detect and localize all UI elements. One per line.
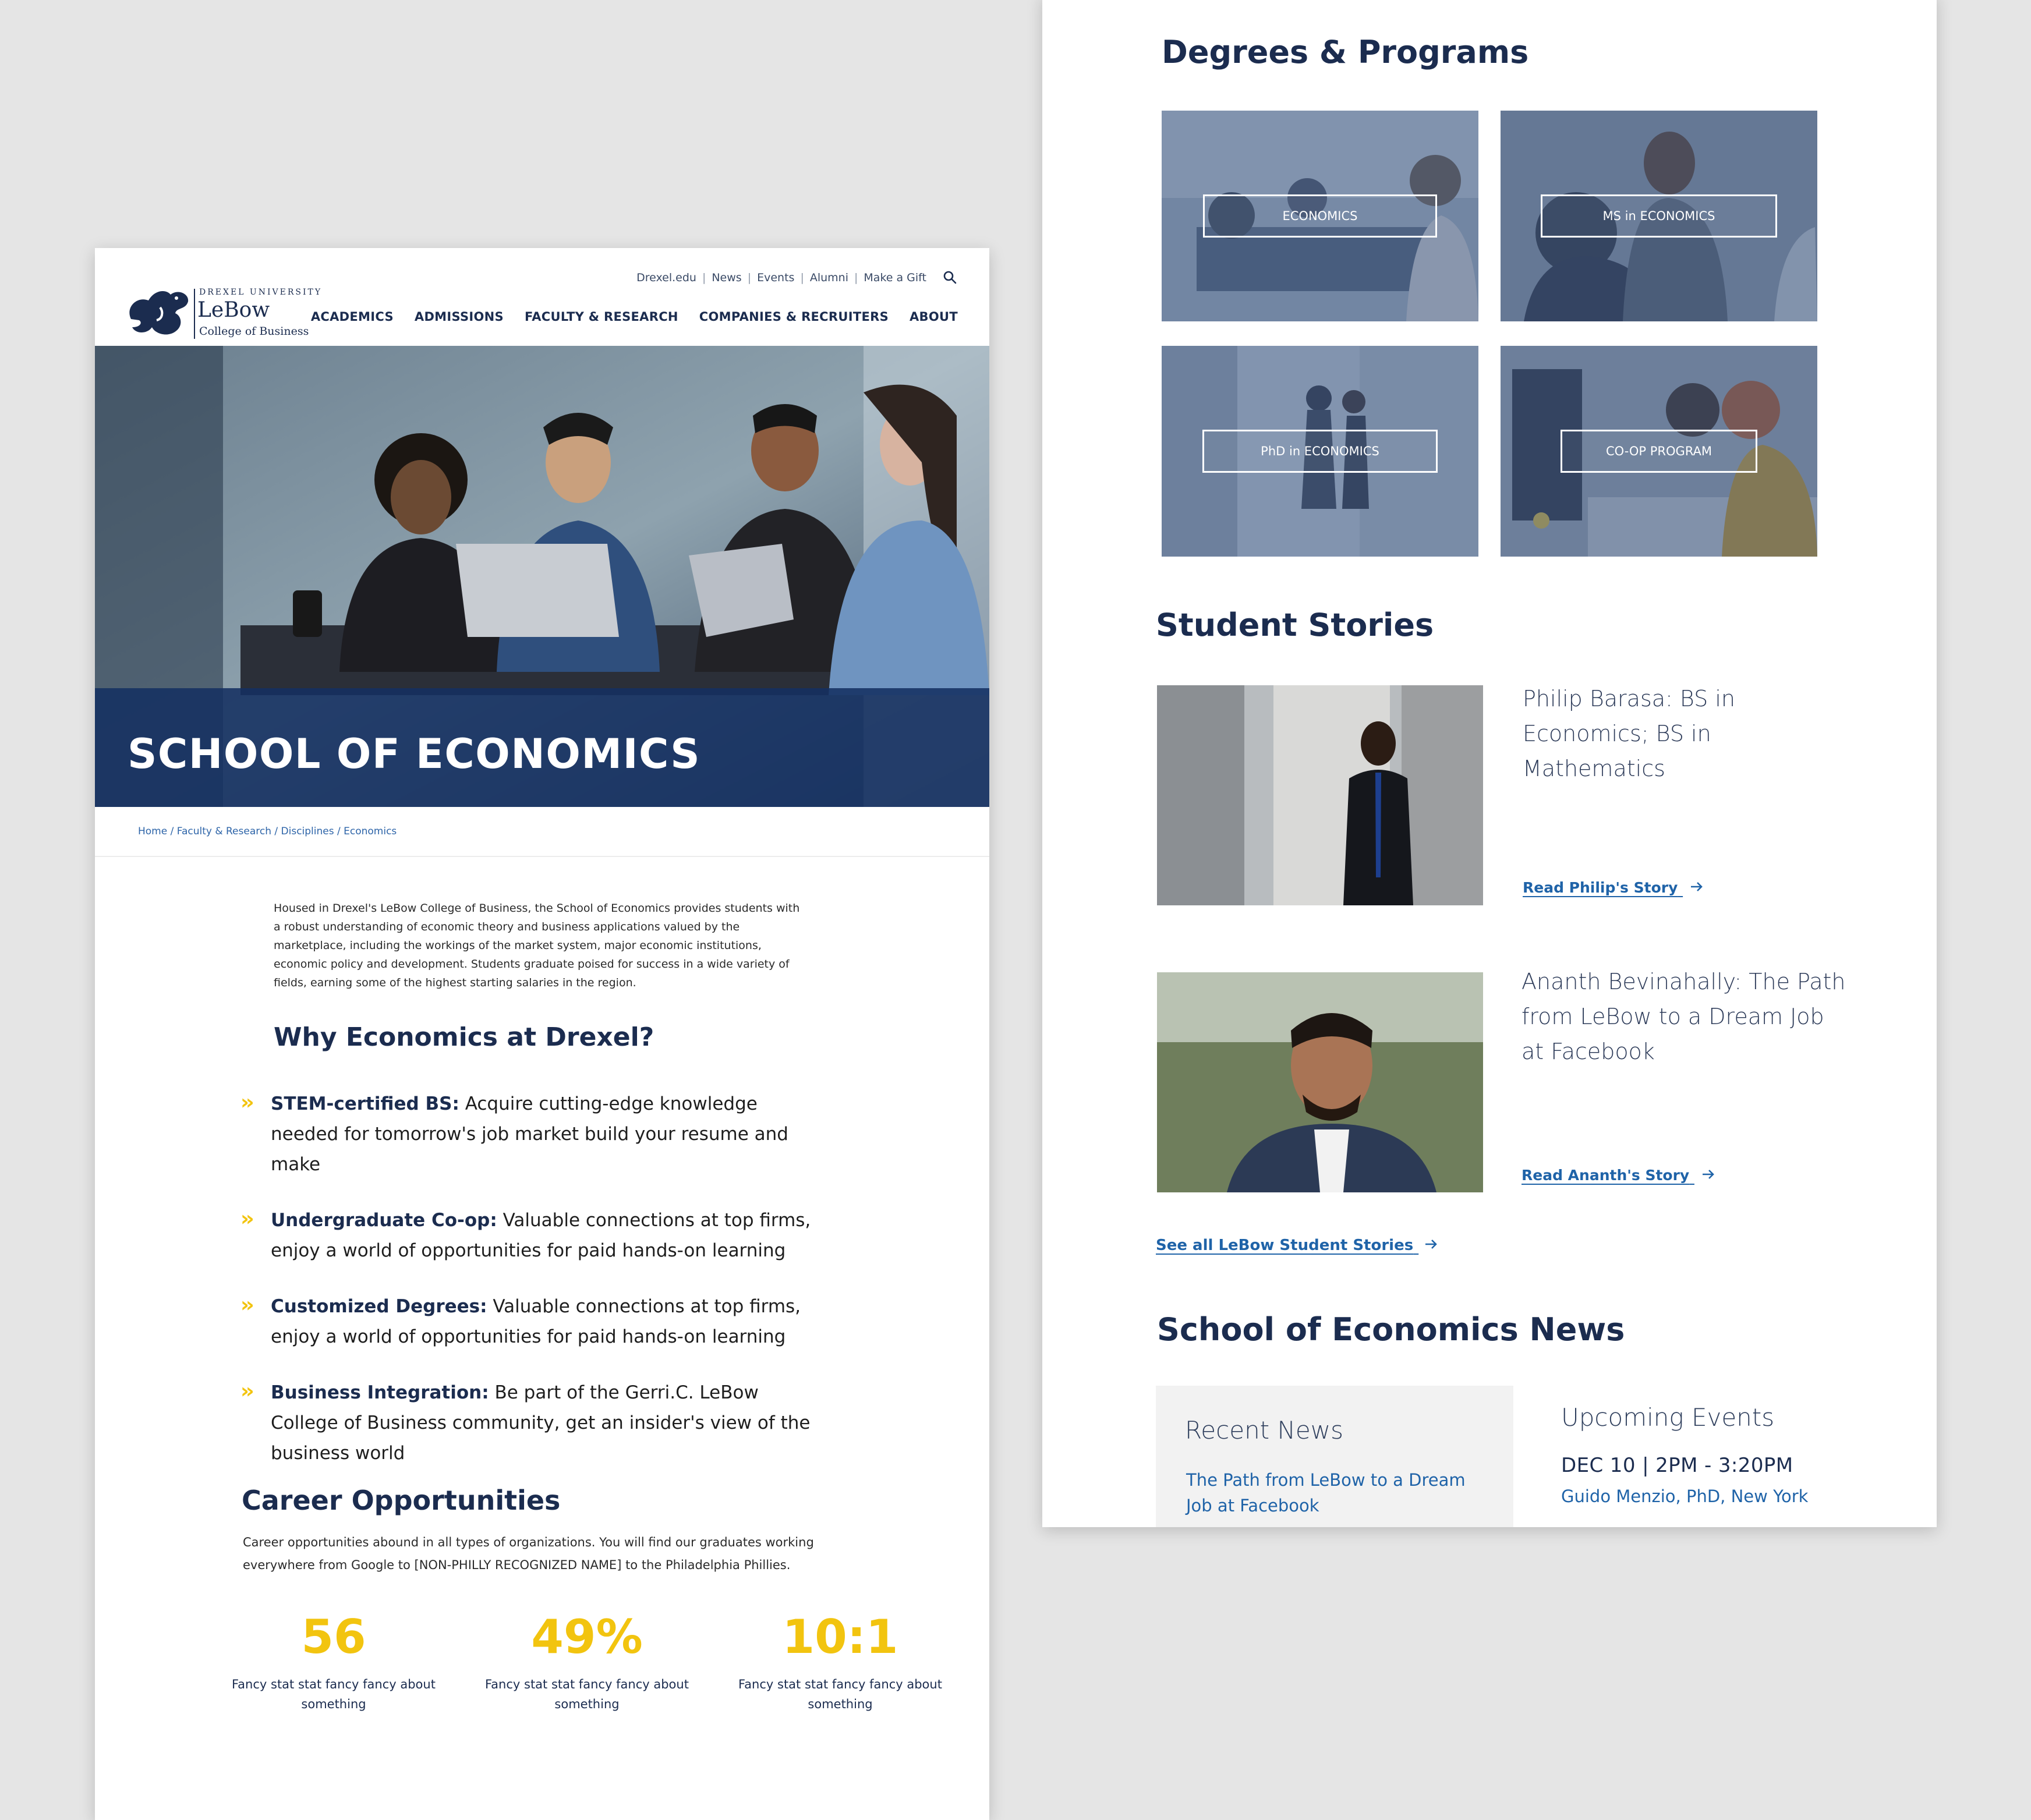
see-all-stories-link[interactable]: See all LeBow Student Stories xyxy=(1156,1237,1438,1254)
event-speaker-link[interactable]: Guido Menzio, PhD, New York xyxy=(1561,1486,1808,1506)
stat-value: 49% xyxy=(531,1610,643,1664)
benefit-lead: Undergraduate Co-op: xyxy=(271,1210,497,1231)
nav-academics[interactable]: ACADEMICS xyxy=(311,310,394,324)
utility-link-events[interactable]: Events xyxy=(757,271,794,284)
student-photo xyxy=(1157,972,1483,1192)
recent-news-panel: Recent News The Path from LeBow to a Dre… xyxy=(1156,1386,1513,1527)
stat-label: Fancy stat stat fancy fancy about someth… xyxy=(232,1677,436,1711)
page-title: SCHOOL OF ECONOMICS xyxy=(128,730,701,778)
nav-companies-recruiters[interactable]: COMPANIES & RECRUITERS xyxy=(699,310,889,324)
main-nav: ACADEMICS ADMISSIONS FACULTY & RESEARCH … xyxy=(311,310,958,324)
university-name: DREXEL UNIVERSITY xyxy=(199,288,323,297)
benefit-list: ›› STEM-certified BS: Acquire cutting-ed… xyxy=(240,1089,823,1494)
arrow-right-icon xyxy=(1425,1240,1438,1249)
intro-paragraph: Housed in Drexel's LeBow College of Busi… xyxy=(274,902,800,989)
stat-item: 49% Fancy stat stat fancy fancy about so… xyxy=(482,1610,692,1714)
benefit-lead: Business Integration: xyxy=(271,1382,489,1403)
nav-faculty-research[interactable]: FACULTY & RESEARCH xyxy=(525,310,678,324)
why-economics-heading: Why Economics at Drexel? xyxy=(274,1022,654,1052)
program-tile-ms-economics[interactable]: MS in ECONOMICS xyxy=(1501,111,1817,321)
story-title[interactable]: Ananth Bevinahally: The Path from LeBow … xyxy=(1522,964,1848,1069)
utility-nav: Drexel.edu | News | Events | Alumni | Ma… xyxy=(636,270,958,285)
separator: | xyxy=(747,271,752,284)
utility-link-alumni[interactable]: Alumni xyxy=(810,271,848,284)
list-item: ›› STEM-certified BS: Acquire cutting-ed… xyxy=(240,1089,823,1180)
search-icon[interactable] xyxy=(943,270,958,285)
upcoming-events-title: Upcoming Events xyxy=(1561,1403,1775,1432)
arrow-right-icon xyxy=(1691,882,1703,891)
program-tile-economics[interactable]: ECONOMICS xyxy=(1162,111,1478,321)
utility-link-drexel[interactable]: Drexel.edu xyxy=(636,271,696,284)
hero-image: SCHOOL OF ECONOMICS xyxy=(95,346,989,807)
news-item-link[interactable]: The Path from LeBow to a Dream Job at Fa… xyxy=(1186,1467,1489,1518)
college-name: LeBow xyxy=(197,298,270,322)
event-date: DEC 10 | 2PM - 3:20PM xyxy=(1561,1454,1793,1477)
degrees-heading: Degrees & Programs xyxy=(1162,34,1529,70)
story-photo-ananth[interactable] xyxy=(1157,972,1483,1192)
stat-item: 56 Fancy stat stat fancy fancy about som… xyxy=(229,1610,438,1714)
link-text: Read Ananth's Story xyxy=(1522,1167,1690,1184)
read-story-link[interactable]: Read Ananth's Story xyxy=(1522,1167,1715,1184)
story-photo-philip[interactable] xyxy=(1157,685,1483,905)
logo-divider xyxy=(194,289,195,339)
stat-item: 10:1 Fancy stat stat fancy fancy about s… xyxy=(735,1610,945,1714)
stats-row: 56 Fancy stat stat fancy fancy about som… xyxy=(229,1610,945,1714)
program-tile-phd-economics[interactable]: PhD in ECONOMICS xyxy=(1162,346,1478,557)
arrow-right-icon xyxy=(1702,1170,1714,1179)
dragon-logo-icon xyxy=(129,291,189,335)
news-heading: School of Economics News xyxy=(1157,1311,1625,1348)
program-button[interactable]: ECONOMICS xyxy=(1203,194,1437,238)
separator: | xyxy=(702,271,706,284)
nav-admissions[interactable]: ADMISSIONS xyxy=(415,310,504,324)
link-text: Read Philip's Story xyxy=(1523,879,1678,896)
breadcrumb[interactable]: Home / Faculty & Research / Disciplines … xyxy=(138,826,397,837)
list-item: ›› Business Integration: Be part of the … xyxy=(240,1378,823,1468)
career-paragraph: Career opportunities abound in all types… xyxy=(243,1535,814,1572)
program-button[interactable]: MS in ECONOMICS xyxy=(1541,194,1777,238)
read-story-link[interactable]: Read Philip's Story xyxy=(1523,879,1704,896)
list-item: ›› Customized Degrees: Valuable connecti… xyxy=(240,1291,823,1352)
career-heading: Career Opportunities xyxy=(242,1485,561,1516)
separator: | xyxy=(800,271,804,284)
stat-label: Fancy stat stat fancy fancy about someth… xyxy=(738,1677,942,1711)
chevron-double-right-icon: ›› xyxy=(240,1293,254,1317)
stat-value: 56 xyxy=(301,1610,366,1664)
link-text: See all LeBow Student Stories xyxy=(1156,1237,1414,1254)
utility-link-make-a-gift[interactable]: Make a Gift xyxy=(864,271,926,284)
story-title[interactable]: Philip Barasa: BS in Economics; BS in Ma… xyxy=(1523,681,1849,786)
upcoming-events-panel: Upcoming Events DEC 10 | 2PM - 3:20PM Gu… xyxy=(1561,1403,1808,1506)
benefit-lead: STEM-certified BS: xyxy=(271,1093,459,1114)
student-photo xyxy=(1157,685,1483,905)
lebow-economics-page-left: DREXEL UNIVERSITY LeBow College of Busin… xyxy=(95,248,989,1820)
program-tile-co-op[interactable]: CO-OP PROGRAM xyxy=(1501,346,1817,557)
stat-label: Fancy stat stat fancy fancy about someth… xyxy=(485,1677,689,1711)
college-subtitle: College of Business xyxy=(199,325,309,338)
chevron-double-right-icon: ›› xyxy=(240,1207,254,1231)
list-item: ›› Undergraduate Co-op: Valuable connect… xyxy=(240,1205,823,1266)
recent-news-title: Recent News xyxy=(1185,1416,1343,1444)
program-button[interactable]: PhD in ECONOMICS xyxy=(1202,430,1438,473)
stat-value: 10:1 xyxy=(782,1610,898,1664)
separator: | xyxy=(854,271,858,284)
chevron-double-right-icon: ›› xyxy=(240,1090,254,1114)
nav-about[interactable]: ABOUT xyxy=(910,310,958,324)
chevron-double-right-icon: ›› xyxy=(240,1379,254,1403)
benefit-lead: Customized Degrees: xyxy=(271,1296,487,1317)
divider xyxy=(95,856,989,857)
utility-link-news[interactable]: News xyxy=(712,271,741,284)
student-stories-heading: Student Stories xyxy=(1156,607,1434,643)
lebow-economics-page-right: Degrees & Programs ECONOMICS MS in ECONO… xyxy=(1042,0,1937,1527)
lebow-logo[interactable]: DREXEL UNIVERSITY LeBow College of Busin… xyxy=(125,271,323,341)
program-button[interactable]: CO-OP PROGRAM xyxy=(1561,430,1757,473)
